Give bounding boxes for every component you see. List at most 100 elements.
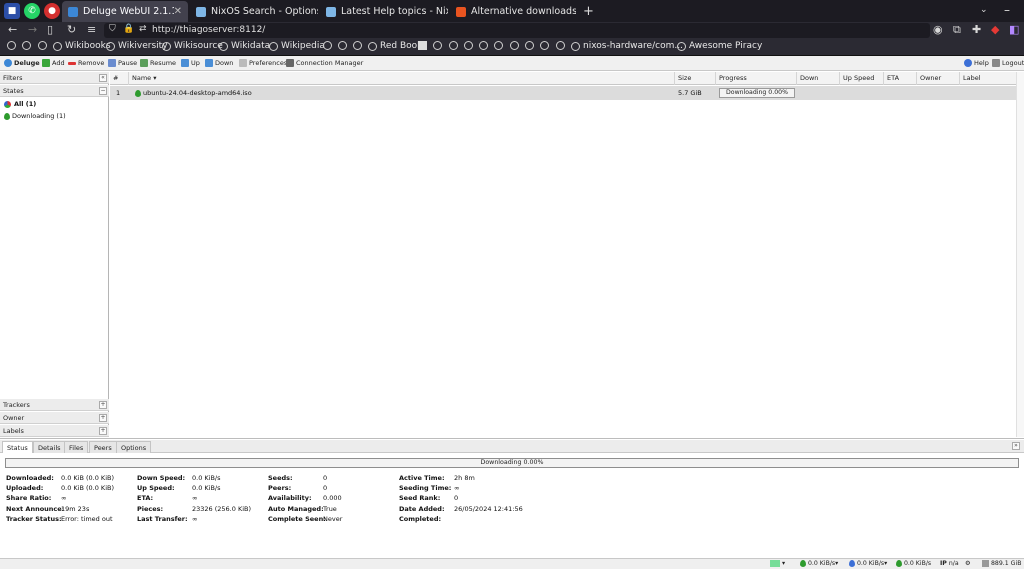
bookmark-globe-icon[interactable] — [353, 41, 365, 50]
account-icon[interactable]: ◉ — [933, 23, 943, 36]
bookmark-globe-icon[interactable] — [540, 41, 552, 50]
shield-icon[interactable]: ⛉ — [109, 24, 116, 34]
grid-scrollbar[interactable] — [1016, 72, 1024, 437]
bookmark-wikisource[interactable]: Wikisource — [162, 41, 223, 51]
free-space-indicator: 889.1 GiB — [982, 560, 1021, 567]
connection-manager-button[interactable]: Connection Manager — [286, 59, 363, 67]
state-downloading[interactable]: Downloading (1) — [4, 112, 66, 120]
queue-down-button[interactable]: Down — [205, 59, 233, 67]
extensions-icon[interactable]: ⧉ — [953, 23, 961, 37]
bookmark-globe-icon[interactable] — [338, 41, 350, 50]
list-tabs-icon[interactable]: ⌄ — [980, 5, 988, 15]
tab-list-icon[interactable]: ≡ — [87, 23, 96, 36]
bookmark-globe-icon[interactable] — [494, 41, 506, 50]
column-down-speed[interactable]: Down Speed — [797, 72, 840, 95]
column-name[interactable]: Name ▾ — [129, 72, 675, 85]
reload-icon[interactable]: ↻ — [67, 23, 76, 36]
table-row[interactable]: 1 ubuntu-24.04-desktop-amd64.iso 5.7 GiB — [110, 86, 1016, 100]
bookmark-red-book[interactable]: Red Book — [368, 41, 422, 51]
column-progress[interactable]: Progress — [716, 72, 797, 85]
bookmark-globe-icon[interactable] — [510, 41, 522, 50]
column-owner[interactable]: Owner — [917, 72, 960, 85]
logout-button[interactable]: Logout — [992, 59, 1024, 67]
bookmark-wikibooks[interactable]: Wikibooks — [53, 41, 111, 51]
bookmark-nixos-hardware[interactable]: nixos-hardware/com... — [571, 41, 683, 51]
traffic-indicator: 0.0 KiB/s — [896, 560, 931, 567]
notification-pinned-tab-icon[interactable]: ● — [44, 3, 60, 19]
bookmark-wikidata[interactable]: Wikidata — [219, 41, 270, 51]
preferences-button[interactable]: Preferences — [239, 59, 287, 67]
owner-header[interactable]: Owner + — [0, 412, 109, 424]
bookmark-globe-icon[interactable] — [38, 41, 50, 50]
sidebar-icon[interactable]: ▯ — [47, 23, 53, 36]
tab-ubuntu-downloads[interactable]: Alternative downloads | Ubu — [450, 1, 576, 22]
url-text[interactable]: http://thiagoserver:8112/ — [152, 25, 265, 35]
upload-speed-button[interactable]: 0.0 KiB/s ▾ — [849, 560, 887, 567]
dht-icon: ⚙ — [965, 560, 971, 567]
whatsapp-pinned-tab-icon[interactable]: ✆ — [24, 3, 40, 19]
collapse-panel-icon[interactable]: » — [1012, 442, 1020, 450]
expand-icon[interactable]: + — [99, 427, 107, 435]
bookmark-wikiversity[interactable]: Wikiversity — [106, 41, 168, 51]
column-up-speed[interactable]: Up Speed — [840, 72, 884, 85]
bookmark-globe-icon[interactable] — [479, 41, 491, 50]
insecure-lock-icon[interactable]: 🔒 — [123, 24, 134, 34]
bookmark-awesome-piracy[interactable]: Awesome Piracy — [677, 41, 762, 51]
collapse-icon[interactable]: − — [99, 87, 107, 95]
tab-nixos-help[interactable]: Latest Help topics - NixOS D — [320, 1, 448, 22]
traffic-icon — [896, 560, 902, 567]
column-size[interactable]: Size — [675, 72, 716, 85]
sort-desc-icon: ▾ — [153, 74, 157, 82]
back-icon[interactable]: ← — [8, 23, 17, 36]
help-button[interactable]: Help — [964, 59, 989, 67]
expand-icon[interactable]: + — [99, 401, 107, 409]
download-speed-button[interactable]: 0.0 KiB/s ▾ — [800, 560, 838, 567]
bookmark-globe-icon[interactable] — [525, 41, 537, 50]
trackers-header[interactable]: Trackers + — [0, 399, 109, 411]
tab-deluge[interactable]: Deluge WebUI 2.1.1 ✕ — [62, 1, 188, 22]
remove-button[interactable]: Remove — [68, 59, 104, 67]
menu-icon[interactable]: ◧ — [1009, 23, 1019, 36]
bookmark-globe-icon[interactable] — [433, 41, 445, 50]
tab-status[interactable]: Status — [2, 441, 33, 453]
bookmark-globe-icon[interactable] — [22, 41, 34, 50]
seeds-label: Seeds: — [268, 474, 293, 482]
forward-icon[interactable]: → — [28, 23, 37, 36]
close-tab-icon[interactable]: ✕ — [174, 6, 182, 17]
states-header[interactable]: States − — [0, 85, 109, 97]
column-label[interactable]: Label — [960, 72, 1016, 85]
pinned-tab-icon[interactable]: ■ — [4, 3, 20, 19]
seed-rank-value: 0 — [454, 494, 459, 502]
bookmark-globe-icon[interactable] — [556, 41, 568, 50]
bookmark-globe-icon[interactable] — [464, 41, 476, 50]
bookmark-globe-icon[interactable] — [323, 41, 335, 50]
column-number[interactable]: # — [110, 72, 129, 85]
tab-files[interactable]: Files — [64, 441, 89, 453]
tab-nixos-search[interactable]: NixOS Search - Options - al — [190, 1, 318, 22]
site-permissions-icon[interactable]: ⇄ — [139, 24, 147, 34]
bookmark-square-icon[interactable] — [418, 41, 427, 50]
tab-peers[interactable]: Peers — [89, 441, 117, 453]
tab-details[interactable]: Details — [33, 441, 66, 453]
new-tab-icon[interactable]: + — [583, 4, 594, 19]
bookmark-globe-icon[interactable] — [449, 41, 461, 50]
bookmark-wikipedia[interactable]: Wikipedia — [269, 41, 325, 51]
pause-button[interactable]: Pause — [108, 59, 137, 67]
bookmark-globe-icon[interactable] — [7, 41, 19, 50]
labels-header[interactable]: Labels + — [0, 425, 109, 437]
puzzle-icon[interactable]: ✚ — [972, 23, 981, 36]
collapse-sidebar-icon[interactable]: « — [99, 74, 107, 82]
minus-icon — [68, 61, 76, 65]
minimize-icon[interactable]: – — [1004, 3, 1010, 17]
expand-icon[interactable]: + — [99, 414, 107, 422]
queue-up-button[interactable]: Up — [181, 59, 200, 67]
column-eta[interactable]: ETA — [884, 72, 917, 85]
connections-button[interactable]: ▾ — [770, 560, 785, 567]
resume-button[interactable]: Resume — [140, 59, 176, 67]
arrow-up-icon — [181, 59, 189, 67]
row-name: ubuntu-24.04-desktop-amd64.iso — [132, 86, 252, 100]
state-all[interactable]: All (1) — [4, 100, 36, 108]
add-button[interactable]: Add — [42, 59, 65, 67]
ublock-icon[interactable]: ◆ — [991, 23, 999, 36]
tab-options[interactable]: Options — [116, 441, 152, 453]
